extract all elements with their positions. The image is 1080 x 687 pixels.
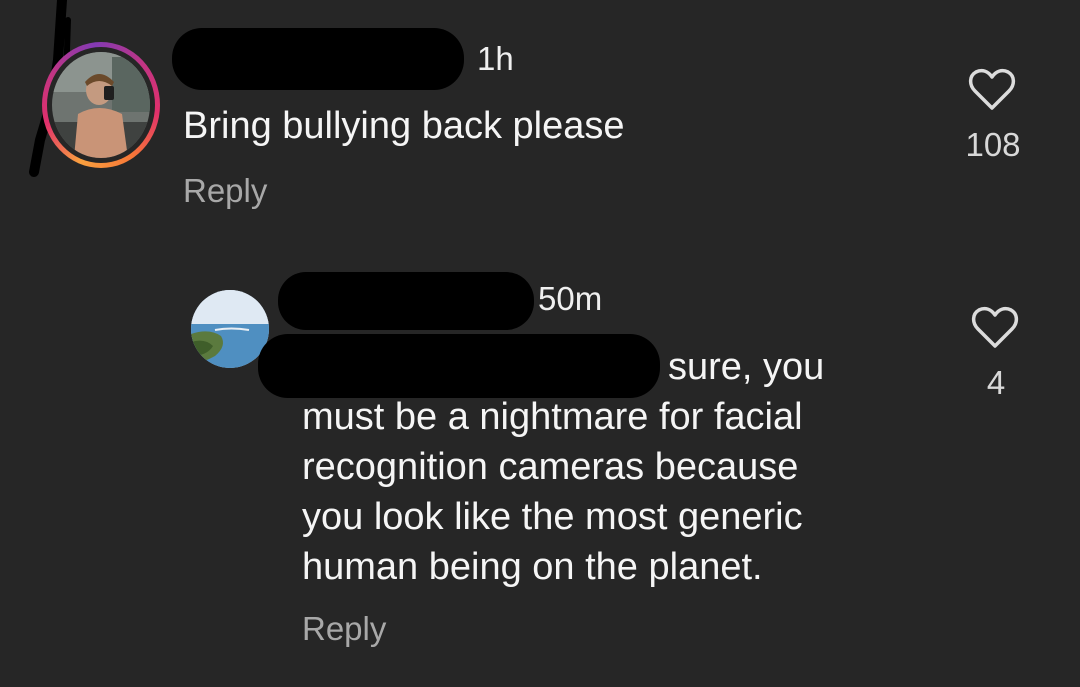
comment-time: 50m [538, 280, 603, 317]
reply-button[interactable]: Reply [183, 172, 267, 210]
avatar[interactable] [52, 52, 150, 158]
comment-text-line: you look like the most generic [302, 496, 803, 538]
redacted-username [278, 272, 534, 330]
like-count: 108 [965, 126, 1021, 163]
reply-button[interactable]: Reply [302, 610, 386, 648]
avatar-photo-icon [52, 52, 150, 158]
redacted-mention [258, 334, 660, 398]
comment-text-line: human being on the planet. [302, 546, 763, 588]
comment-text-line: recognition cameras because [302, 446, 799, 488]
story-ring[interactable] [42, 42, 160, 168]
avatar-photo-icon [191, 290, 269, 368]
comment-text-first-line: sure, you [668, 346, 825, 388]
avatar[interactable] [191, 290, 269, 368]
heart-icon[interactable] [968, 68, 1016, 112]
comment-text-line: must be a nightmare for facial [302, 396, 803, 438]
redacted-username [172, 28, 464, 90]
comment-time: 1h [477, 40, 514, 77]
comment-text: Bring bullying back please [183, 105, 625, 147]
like-count: 4 [986, 364, 1006, 401]
heart-icon[interactable] [971, 306, 1019, 350]
